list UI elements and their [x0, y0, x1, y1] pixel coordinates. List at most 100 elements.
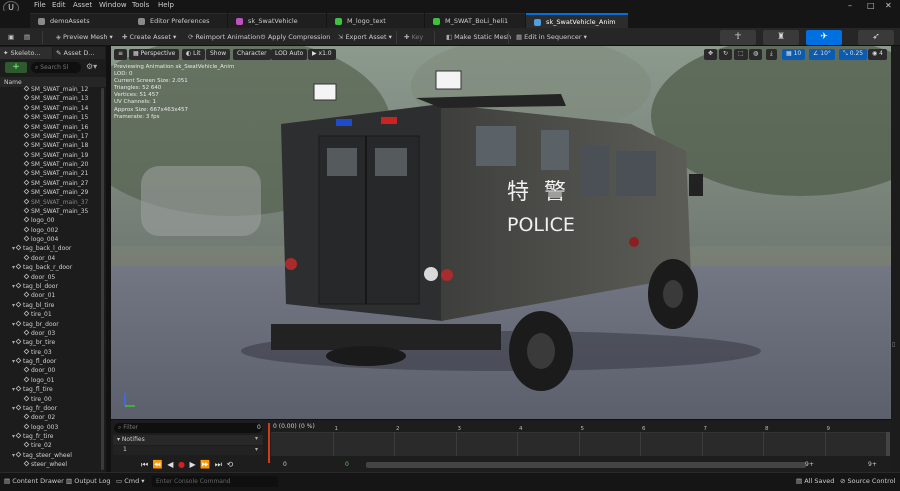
tab-editor-preferences[interactable]: Editor Preferences — [130, 13, 227, 28]
tree-row-tire-03[interactable]: tire_03 — [0, 348, 104, 357]
tree-row-sm-swat-main-14[interactable]: SM_SWAT_main_14 — [0, 104, 104, 113]
preview-mesh-button[interactable]: ◈ Preview Mesh ▾ — [52, 31, 117, 44]
tree-row-sm-swat-main-18[interactable]: SM_SWAT_main_18 — [0, 141, 104, 150]
tree-row-door-03[interactable]: door_03 — [0, 329, 104, 338]
menu-window[interactable]: Window — [99, 1, 127, 9]
create-asset-button[interactable]: ✚ Create Asset ▾ — [118, 31, 180, 44]
tree-row-door-01[interactable]: door_01 — [0, 291, 104, 300]
expand-arrow-icon[interactable]: ▾ — [12, 386, 15, 393]
key-button[interactable]: ✚ Key — [400, 31, 427, 44]
play-icon[interactable]: ▶ — [190, 460, 197, 469]
export-asset-button[interactable]: ⇲ Export Asset ▾ — [334, 31, 396, 44]
expand-arrow-icon[interactable]: ▾ — [12, 433, 15, 440]
range-start-field[interactable]: 0 — [283, 461, 287, 468]
menu-help[interactable]: Help — [158, 1, 174, 9]
tree-row-tag-fl-tire[interactable]: ▾ tag_fl_tire — [0, 385, 104, 394]
source-control-button[interactable]: ⊘ Source Control — [840, 477, 895, 485]
expand-arrow-icon[interactable]: ▾ — [12, 358, 15, 365]
timeline-filter-input[interactable]: ⌕ Filter — [114, 423, 262, 433]
menu-file[interactable]: File — [34, 1, 46, 9]
tree-row-sm-swat-main-19[interactable]: SM_SWAT_main_19 — [0, 151, 104, 160]
scale-snap-button[interactable]: ⤡ 0.25 — [839, 49, 868, 60]
tab-sk-swatvehicle-anim[interactable]: sk_SwatVehicle_Anim — [526, 13, 628, 28]
menu-edit[interactable]: Edit — [52, 1, 66, 9]
range-start-field-2[interactable]: 0 — [345, 461, 349, 468]
skeleton-mode-button[interactable]: ☥ — [720, 30, 756, 45]
loop-icon[interactable]: ⟲ — [226, 460, 234, 469]
tree-scrollbar[interactable] — [101, 88, 104, 470]
search-input[interactable]: ⌕ Search Sl — [31, 62, 81, 73]
tree-row-sm-swat-main-35[interactable]: SM_SWAT_main_35 — [0, 207, 104, 216]
tree-row-logo-01[interactable]: logo_01 — [0, 376, 104, 385]
tree-row-sm-swat-main-12[interactable]: SM_SWAT_main_12 — [0, 85, 104, 94]
tree-row-tag-steer-wheel[interactable]: ▾ tag_steer_wheel — [0, 451, 104, 460]
tab-skeleton-tree[interactable]: ✦ Skeleto... — [0, 47, 52, 59]
tree-row-door-00[interactable]: door_00 — [0, 366, 104, 375]
apply-compression-button[interactable]: ⚙ Apply Compression — [256, 31, 334, 44]
timeline-vscroll[interactable] — [886, 432, 890, 456]
rotate-tool-button[interactable]: ↻ — [719, 49, 733, 60]
skip-start-icon[interactable]: ⏮ — [141, 460, 149, 469]
maximize-icon[interactable]: □ — [867, 1, 875, 10]
play-reverse-icon[interactable]: ◀ — [167, 460, 174, 469]
tab-m-logo-text[interactable]: M_logo_text — [327, 13, 424, 28]
animation-mode-button[interactable]: ✈ — [806, 30, 842, 45]
world-local-button[interactable]: ◍ — [749, 49, 763, 60]
expand-arrow-icon[interactable]: ▾ — [12, 302, 15, 309]
edit-in-sequencer-button[interactable]: ▦ Edit in Sequencer ▾ — [512, 31, 591, 44]
tab-sk-swatvehicle[interactable]: sk_SwatVehicle — [228, 13, 326, 28]
range-end-field-2[interactable]: 9+ — [868, 461, 877, 468]
expand-arrow-icon[interactable]: ▾ — [12, 283, 15, 290]
cmd-dropdown[interactable]: ▭ Cmd ▾ — [116, 477, 145, 485]
track-dropdown-icon[interactable]: ▾ — [255, 446, 258, 453]
tree-row-sm-swat-main-37[interactable]: SM_SWAT_main_37 — [0, 198, 104, 207]
tree-row-sm-swat-main-17[interactable]: SM_SWAT_main_17 — [0, 132, 104, 141]
tree-row-tire-00[interactable]: tire_00 — [0, 395, 104, 404]
tree-row-door-02[interactable]: door_02 — [0, 413, 104, 422]
tree-row-logo-00[interactable]: logo_00 — [0, 216, 104, 225]
tree-row-tag-br-door[interactable]: ▾ tag_br_door — [0, 320, 104, 329]
tree-row-tag-back-r-door[interactable]: ▾ tag_back_r_door — [0, 263, 104, 272]
tree-row-sm-swat-main-20[interactable]: SM_SWAT_main_20 — [0, 160, 104, 169]
expand-arrow-icon[interactable]: ▾ — [12, 264, 15, 271]
tree-row-door-05[interactable]: door_05 — [0, 273, 104, 282]
playhead[interactable] — [268, 423, 270, 463]
tree-row-tag-fr-door[interactable]: ▾ tag_fr_door — [0, 404, 104, 413]
notifies-dropdown-icon[interactable]: ▾ — [255, 435, 258, 442]
viewport-menu-button[interactable]: ≡ — [114, 49, 128, 60]
playback-speed-button[interactable]: ▶ x1.0 — [308, 49, 336, 60]
tree-row-logo-002[interactable]: logo_002 — [0, 226, 104, 235]
tree-row-sm-swat-main-29[interactable]: SM_SWAT_main_29 — [0, 188, 104, 197]
step-back-icon[interactable]: ⏪ — [153, 460, 164, 469]
tree-row-tire-02[interactable]: tire_02 — [0, 441, 104, 450]
tree-row-sm-swat-main-15[interactable]: SM_SWAT_main_15 — [0, 113, 104, 122]
angle-snap-button[interactable]: ∠ 10° — [809, 49, 835, 60]
tree-row-tag-back-l-door[interactable]: ▾ tag_back_l_door — [0, 244, 104, 253]
expand-arrow-icon[interactable]: ▾ — [12, 405, 15, 412]
tree-row-sm-swat-main-27[interactable]: SM_SWAT_main_27 — [0, 179, 104, 188]
tree-row-door-04[interactable]: door_04 — [0, 254, 104, 263]
expand-arrow-icon[interactable]: ▾ — [12, 452, 15, 459]
expand-arrow-icon[interactable]: ▾ — [12, 245, 15, 252]
tree-row-sm-swat-main-16[interactable]: SM_SWAT_main_16 — [0, 123, 104, 132]
tab-asset-details[interactable]: ✎ Asset D... — [53, 47, 105, 59]
expand-arrow-icon[interactable]: ▾ — [12, 321, 15, 328]
output-log-button[interactable]: ▥ Output Log — [66, 477, 110, 485]
record-icon[interactable]: ● — [178, 460, 186, 469]
character-button[interactable]: Character — [233, 49, 271, 60]
tree-row-tag-br-tire[interactable]: ▾ tag_br_tire — [0, 338, 104, 347]
tree-row-tag-bl-tire[interactable]: ▾ tag_bl_tire — [0, 301, 104, 310]
preview-viewport[interactable]: 特 警 POLICE ≡ ▦ Perspective ◐ Lit Show Ch… — [111, 46, 891, 419]
notify-track-row[interactable]: 1 — [113, 446, 263, 455]
tree-row-tire-01[interactable]: tire_01 — [0, 310, 104, 319]
add-button[interactable]: + — [5, 62, 27, 73]
step-forward-icon[interactable]: ⏩ — [200, 460, 211, 469]
notifies-track-header[interactable]: ▾ Notifies — [113, 435, 263, 445]
tree-row-logo-004[interactable]: logo_004 — [0, 235, 104, 244]
tab-m-swat-boli-heli1[interactable]: M_SWAT_BoLi_heli1 — [425, 13, 525, 28]
current-frame-field[interactable]: 0 — [257, 424, 261, 431]
tree-row-tag-fl-door[interactable]: ▾ tag_fl_door — [0, 357, 104, 366]
scale-tool-button[interactable]: ⬚ — [734, 49, 748, 60]
tree-row-logo-003[interactable]: logo_003 — [0, 423, 104, 432]
save-icon[interactable]: ▣ — [4, 31, 18, 44]
